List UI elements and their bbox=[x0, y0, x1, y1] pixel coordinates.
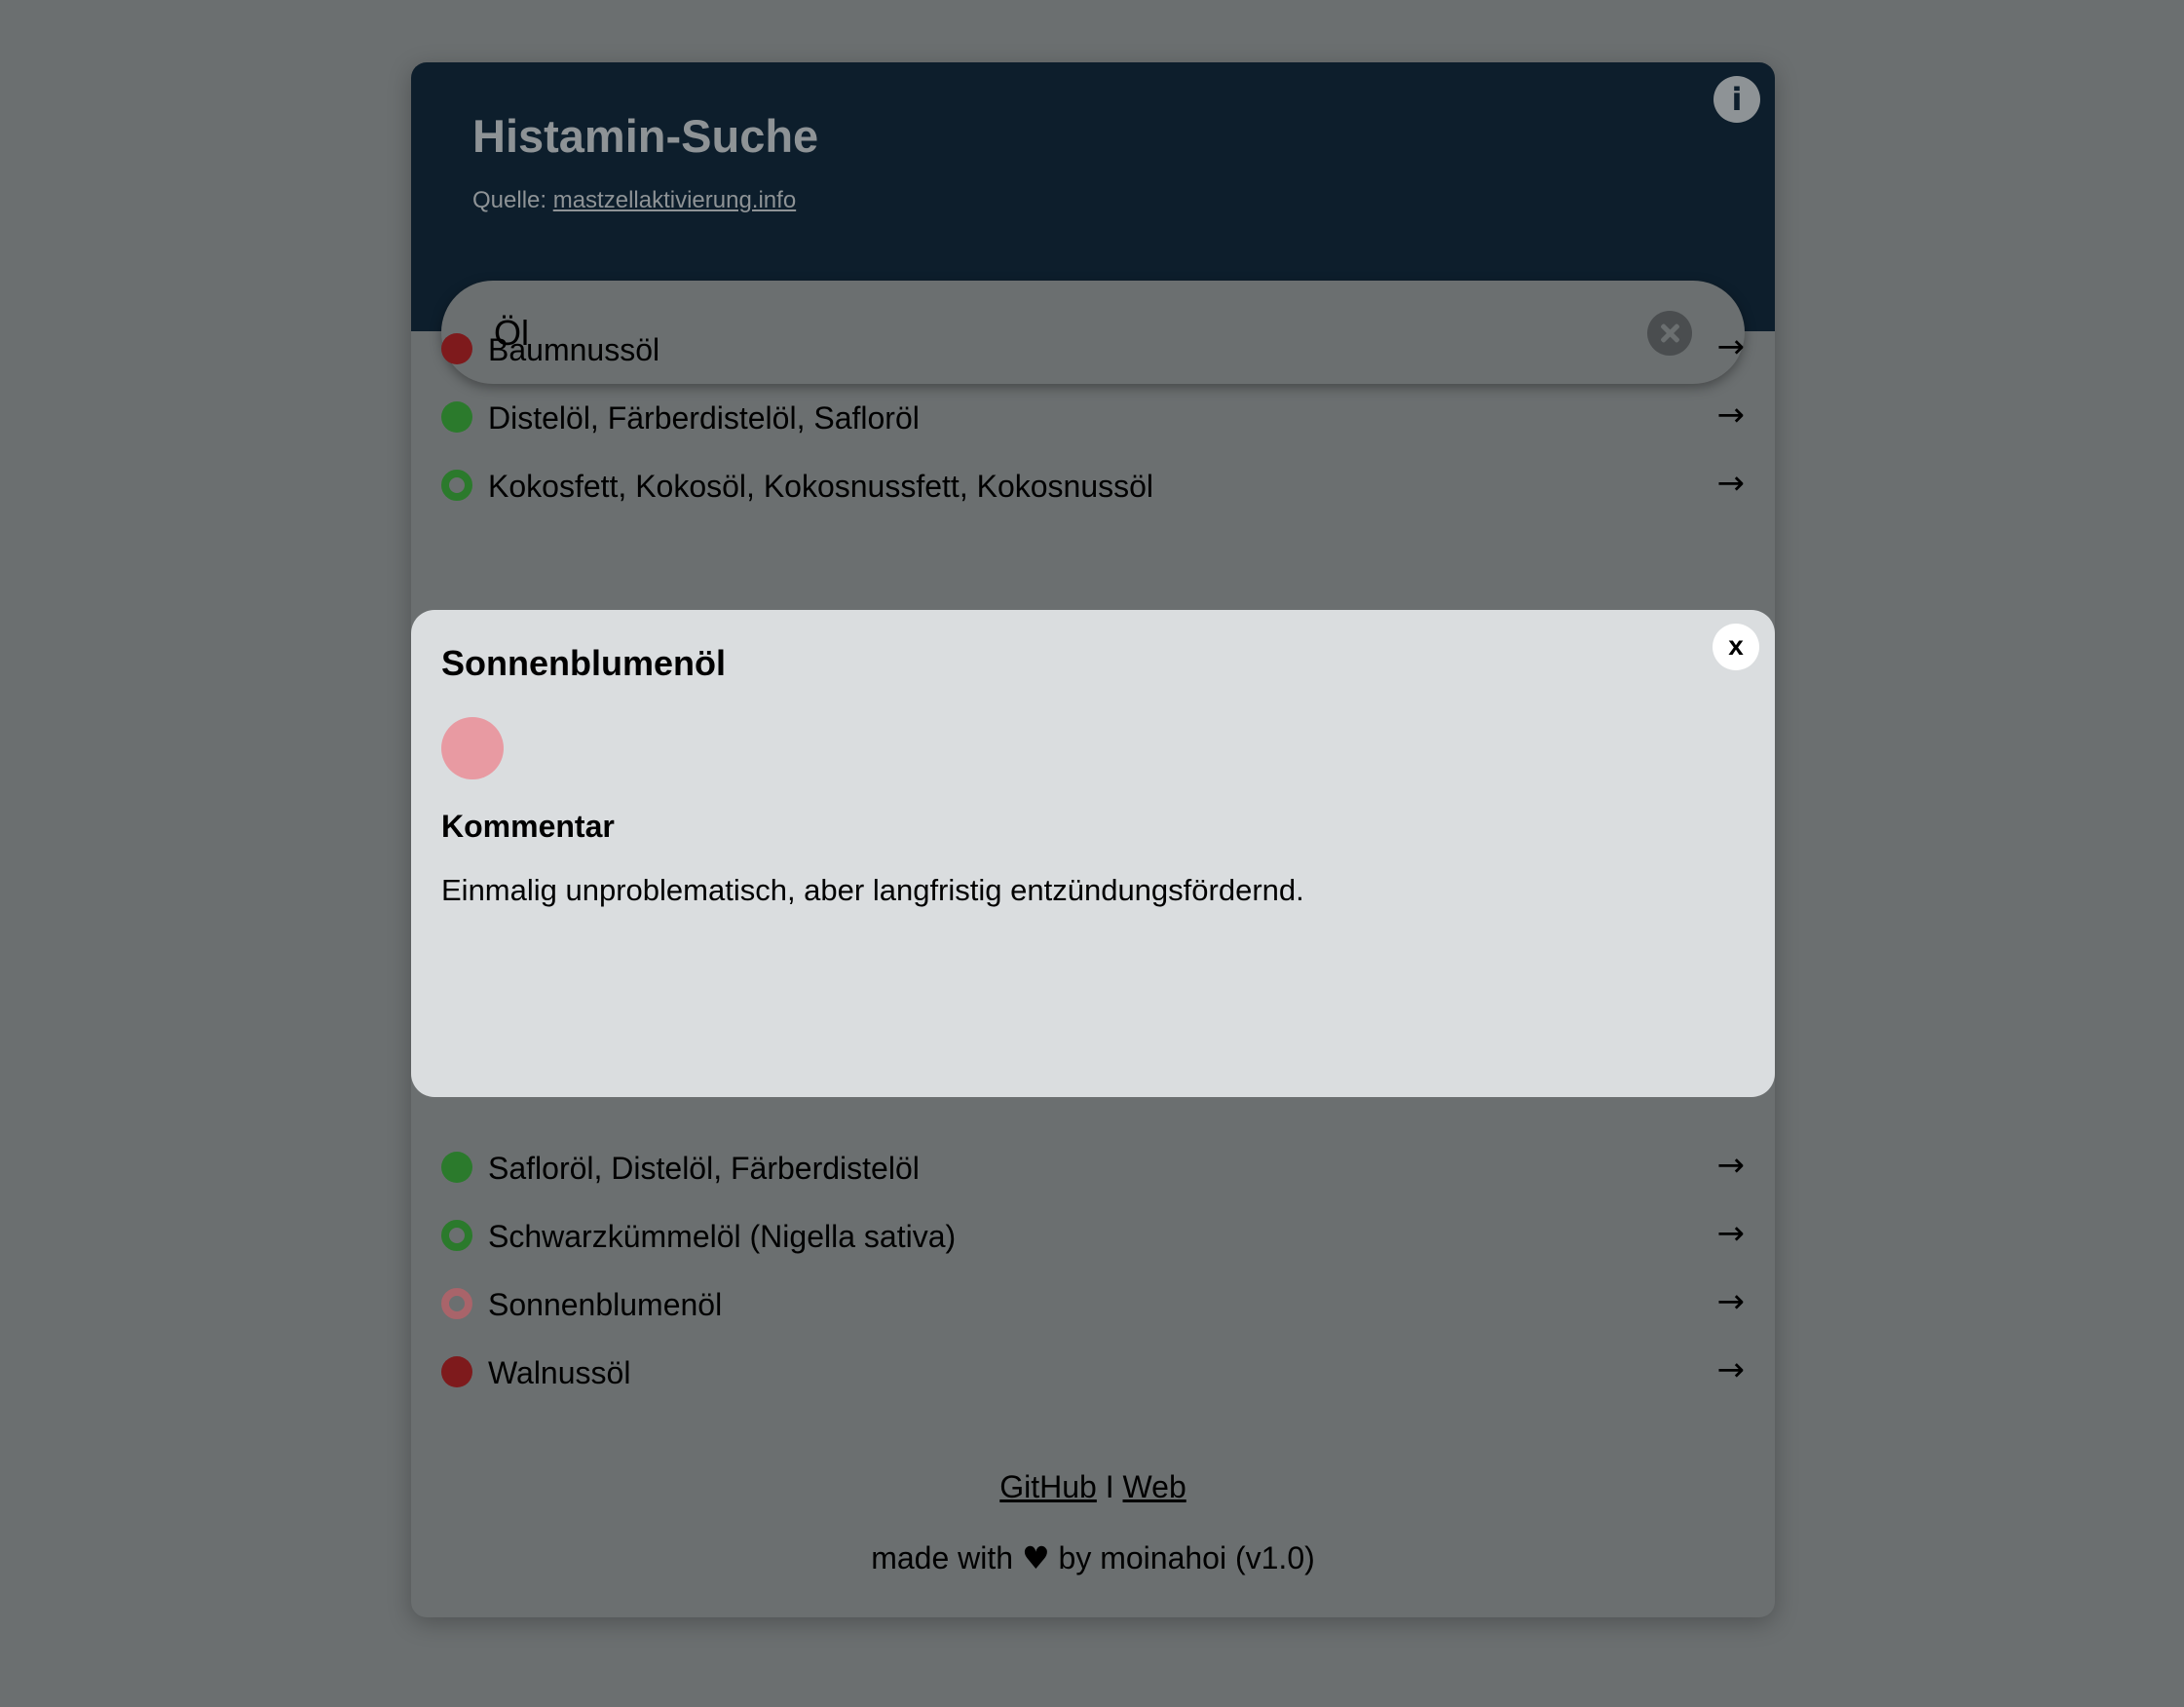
made-with-suffix: by moinahoi (v1.0) bbox=[1058, 1540, 1315, 1575]
result-item-kokosfett[interactable]: Kokosfett, Kokosöl, Kokosnussfett, Kokos… bbox=[441, 456, 1745, 514]
arrow-right-icon: → bbox=[1716, 1282, 1746, 1321]
arrow-right-icon: → bbox=[1716, 327, 1746, 366]
result-label: Kokosfett, Kokosöl, Kokosnussfett, Kokos… bbox=[488, 469, 1154, 504]
status-green-ring-icon bbox=[441, 1220, 472, 1251]
result-label: Walnussöl bbox=[488, 1355, 631, 1390]
status-red-filled-icon bbox=[441, 1356, 472, 1387]
status-indicator-icon bbox=[441, 717, 504, 779]
result-label: Schwarzkümmelöl (Nigella sativa) bbox=[488, 1219, 957, 1254]
status-red-filled-icon bbox=[441, 333, 472, 364]
made-with-prefix: made with bbox=[871, 1540, 1014, 1575]
comment-heading: Kommentar bbox=[441, 809, 615, 844]
made-with-line: made with ♥ by moinahoi (v1.0) bbox=[411, 1539, 1775, 1576]
footer-separator: I bbox=[1105, 1469, 1114, 1504]
result-label: Baumnussöl bbox=[488, 332, 660, 367]
arrow-right-icon: → bbox=[1716, 1214, 1746, 1253]
source-link[interactable]: mastzellaktivierung.info bbox=[553, 187, 796, 213]
arrow-right-icon: → bbox=[1716, 396, 1746, 435]
modal-title: Sonnenblumenöl bbox=[441, 643, 726, 683]
result-item-walnussoel[interactable]: Walnussöl → bbox=[441, 1343, 1745, 1401]
source-prefix: Quelle: bbox=[472, 187, 547, 213]
comment-text: Einmalig unproblematisch, aber langfrist… bbox=[441, 873, 1304, 907]
result-item-safloroel[interactable]: Safloröl, Distelöl, Färberdistelöl → bbox=[441, 1138, 1745, 1196]
page-title: Histamin-Suche bbox=[472, 110, 819, 162]
status-green-ring-icon bbox=[441, 470, 472, 501]
result-label: Distelöl, Färberdistelöl, Safloröl bbox=[488, 400, 920, 436]
status-pink-ring-icon bbox=[441, 1288, 472, 1319]
heart-icon: ♥ bbox=[1021, 1539, 1050, 1576]
result-label: Sonnenblumenöl bbox=[488, 1287, 723, 1322]
result-label: Safloröl, Distelöl, Färberdistelöl bbox=[488, 1151, 920, 1186]
close-icon[interactable]: x bbox=[1713, 624, 1759, 670]
status-green-filled-icon bbox=[441, 401, 472, 433]
github-link[interactable]: GitHub bbox=[999, 1469, 1097, 1504]
arrow-right-icon: → bbox=[1716, 1350, 1746, 1389]
arrow-right-icon: → bbox=[1716, 1146, 1746, 1185]
info-button[interactable]: i bbox=[1713, 76, 1760, 123]
result-item-sonnenblumenoel[interactable]: Sonnenblumenöl → bbox=[441, 1274, 1745, 1333]
result-item-disteloel[interactable]: Distelöl, Färberdistelöl, Safloröl → bbox=[441, 388, 1745, 446]
result-item-baumnussoel[interactable]: Baumnussöl → bbox=[441, 320, 1745, 378]
status-green-filled-icon bbox=[441, 1152, 472, 1183]
result-item-schwarzkuemmeloel[interactable]: Schwarzkümmelöl (Nigella sativa) → bbox=[441, 1206, 1745, 1265]
arrow-right-icon: → bbox=[1716, 464, 1746, 503]
source-line: Quelle: mastzellaktivierung.info bbox=[472, 187, 796, 214]
footer-links: GitHub I Web bbox=[411, 1469, 1775, 1505]
detail-modal: x Sonnenblumenöl Kommentar Einmalig unpr… bbox=[411, 610, 1775, 1097]
web-link[interactable]: Web bbox=[1123, 1469, 1186, 1504]
